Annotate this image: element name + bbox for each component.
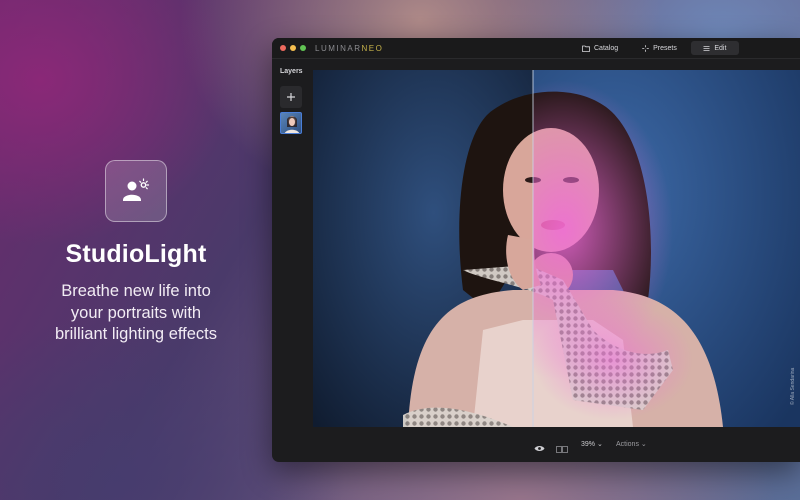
tab-edit[interactable]: Edit (690, 41, 739, 55)
close-window-button[interactable] (280, 45, 286, 51)
photo-credit: © Alla Sendarina (790, 367, 796, 405)
brand-suffix: NEO (361, 43, 384, 53)
app-brand: LUMINARNEO (315, 44, 383, 53)
actions-label: Actions (616, 441, 639, 448)
promo-subtitle: Breathe new life into your portraits wit… (20, 281, 252, 346)
sparkle-icon (642, 44, 650, 52)
compare-button[interactable] (556, 440, 568, 458)
photo-canvas[interactable] (313, 70, 800, 427)
app-window: LUMINARNEO Catalog Presets Edit Layers 3… (272, 38, 800, 462)
minimize-window-button[interactable] (290, 45, 296, 51)
person-light-icon (105, 160, 167, 222)
promo-subtitle-line: brilliant lighting effects (54, 325, 218, 343)
brand-name: LUMINAR (315, 43, 362, 53)
layers-panel: Layers (272, 60, 310, 432)
tab-presets[interactable]: Presets (632, 41, 687, 55)
tab-edit-label: Edit (714, 44, 727, 52)
zoom-window-button[interactable] (300, 45, 306, 51)
main-nav: Catalog Presets Edit (572, 41, 739, 55)
promo-panel: StudioLight Breathe new life into your p… (20, 160, 252, 346)
folder-icon (582, 45, 590, 52)
layer-thumbnail[interactable] (280, 112, 302, 134)
title-bar: LUMINARNEO Catalog Presets Edit (272, 38, 800, 59)
promo-subtitle-line: your portraits with (70, 303, 202, 322)
chevron-down-icon: ⌄ (640, 441, 647, 448)
preview-toggle-button[interactable] (534, 439, 545, 457)
zoom-dropdown[interactable]: 39% ⌄ (581, 440, 603, 448)
tab-catalog-label: Catalog (594, 44, 619, 52)
chevron-down-icon: ⌄ (596, 441, 603, 448)
plus-icon (287, 93, 295, 101)
add-layer-button[interactable] (280, 86, 302, 108)
layers-title: Layers (280, 68, 303, 75)
promo-subtitle-line: Breathe new life into (61, 282, 211, 300)
tab-presets-label: Presets (653, 44, 677, 52)
actions-dropdown[interactable]: Actions ⌄ (616, 440, 647, 448)
eye-icon (534, 446, 545, 451)
compare-icon (556, 446, 568, 453)
window-controls (280, 45, 306, 51)
promo-title: StudioLight (65, 240, 207, 268)
bottom-toolbar: 39% ⌄ Actions ⌄ (272, 428, 800, 462)
zoom-value: 39% (581, 441, 596, 448)
adjustments-icon (703, 45, 710, 51)
tab-catalog[interactable]: Catalog (572, 41, 628, 55)
